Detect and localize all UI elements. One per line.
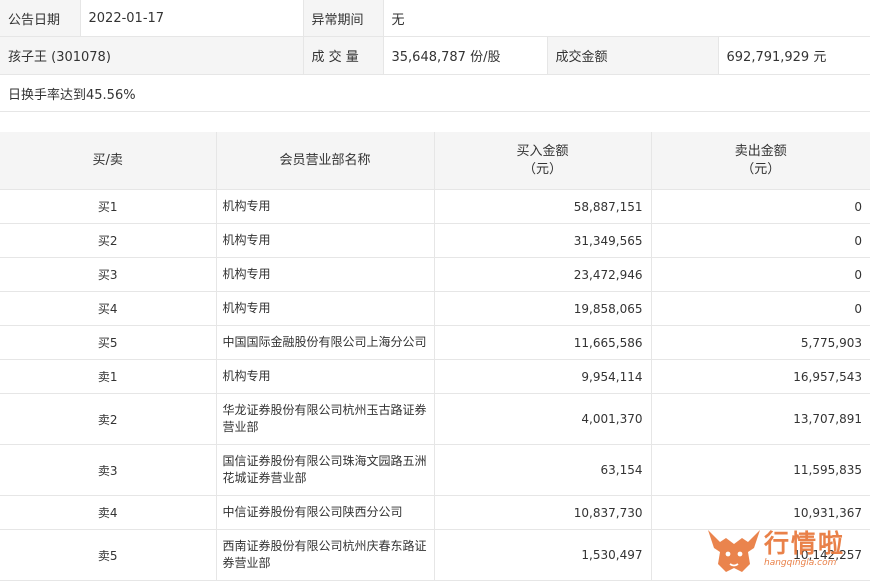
row-buy-amount: 19,858,065 [434,291,652,326]
row-sell-amount: 13,707,891 [651,393,870,445]
volume-label: 成 交 量 [303,36,384,75]
row-buy-amount: 31,349,565 [434,223,652,258]
row-buy-amount: 1,530,497 [434,529,652,581]
table-row: 买4 机构专用 19,858,065 0 [0,291,870,326]
row-type: 买3 [0,257,217,292]
amount-value: 692,791,929 元 [718,36,870,75]
row-branch-name: 国信证券股份有限公司珠海文园路五洲花城证券营业部 [216,444,435,496]
header-sell-amount: 卖出金额 （元） [651,132,870,190]
announce-date-label: 公告日期 [0,0,81,37]
row-branch-name: 中国国际金融股份有限公司上海分公司 [216,325,435,360]
row-sell-amount: 16,957,543 [651,359,870,394]
table-row: 卖4 中信证券股份有限公司陕西分公司 10,837,730 10,931,367 [0,495,870,530]
table-row: 买2 机构专用 31,349,565 0 [0,223,870,258]
header-branch-name: 会员营业部名称 [216,132,435,190]
table-row: 卖5 西南证券股份有限公司杭州庆春东路证券营业部 1,530,497 10,14… [0,529,870,581]
row-sell-amount: 0 [651,223,870,258]
row-branch-name: 机构专用 [216,359,435,394]
table-row: 买1 机构专用 58,887,151 0 [0,189,870,224]
row-sell-amount: 0 [651,291,870,326]
row-sell-amount: 11,595,835 [651,444,870,496]
row-buy-amount: 11,665,586 [434,325,652,360]
table-row: 买5 中国国际金融股份有限公司上海分公司 11,665,586 5,775,90… [0,325,870,360]
row-type: 卖3 [0,444,217,496]
row-buy-amount: 9,954,114 [434,359,652,394]
row-buy-amount: 63,154 [434,444,652,496]
row-sell-amount: 0 [651,257,870,292]
row-branch-name: 机构专用 [216,257,435,292]
announce-date-value: 2022-01-17 [80,0,304,37]
table-row: 买3 机构专用 23,472,946 0 [0,257,870,292]
header-buy-amount-title: 买入金额 [516,143,569,159]
row-buy-amount: 58,887,151 [434,189,652,224]
table-row: 卖1 机构专用 9,954,114 16,957,543 [0,359,870,394]
row-type: 买5 [0,325,217,360]
info-row-reason: 日换手率达到45.56% [0,74,870,112]
row-type: 卖1 [0,359,217,394]
row-branch-name: 机构专用 [216,223,435,258]
row-branch-name: 中信证券股份有限公司陕西分公司 [216,495,435,530]
row-type: 买1 [0,189,217,224]
row-type: 卖5 [0,529,217,581]
table-row: 卖3 国信证券股份有限公司珠海文园路五洲花城证券营业部 63,154 11,59… [0,444,870,496]
announcement-info-table: 公告日期 2022-01-17 异常期间 无 孩子王 (301078) 成 交 … [0,0,870,112]
row-branch-name: 华龙证券股份有限公司杭州玉古路证券营业部 [216,393,435,445]
abnormal-period-label: 异常期间 [303,0,384,37]
header-sell-amount-unit: （元） [741,161,781,177]
row-branch-name: 机构专用 [216,291,435,326]
row-buy-amount: 10,837,730 [434,495,652,530]
row-sell-amount: 10,142,257 [651,529,870,581]
header-type: 买/卖 [0,132,217,190]
header-sell-amount-title: 卖出金额 [734,143,787,159]
table-header-row: 买/卖 会员营业部名称 买入金额 （元） 卖出金额 （元） [0,132,870,190]
row-buy-amount: 23,472,946 [434,257,652,292]
row-sell-amount: 0 [651,189,870,224]
row-branch-name: 西南证券股份有限公司杭州庆春东路证券营业部 [216,529,435,581]
header-buy-amount-unit: （元） [522,161,562,177]
row-type: 卖2 [0,393,217,445]
row-type: 买2 [0,223,217,258]
info-row-date: 公告日期 2022-01-17 异常期间 无 [0,0,870,37]
table-row: 卖2 华龙证券股份有限公司杭州玉古路证券营业部 4,001,370 13,707… [0,393,870,445]
row-buy-amount: 4,001,370 [434,393,652,445]
row-type: 买4 [0,291,217,326]
row-sell-amount: 5,775,903 [651,325,870,360]
header-buy-amount: 买入金额 （元） [434,132,652,190]
listing-reason: 日换手率达到45.56% [0,74,870,112]
row-type: 卖4 [0,495,217,530]
stock-name: 孩子王 (301078) [0,36,304,75]
amount-label: 成交金额 [547,36,719,75]
volume-value: 35,648,787 份/股 [383,36,548,75]
row-branch-name: 机构专用 [216,189,435,224]
info-row-stock: 孩子王 (301078) 成 交 量 35,648,787 份/股 成交金额 6… [0,36,870,75]
abnormal-period-value: 无 [383,0,870,37]
row-sell-amount: 10,931,367 [651,495,870,530]
trading-seats-table: 买/卖 会员营业部名称 买入金额 （元） 卖出金额 （元） 买1 机构专用 58… [0,132,870,581]
